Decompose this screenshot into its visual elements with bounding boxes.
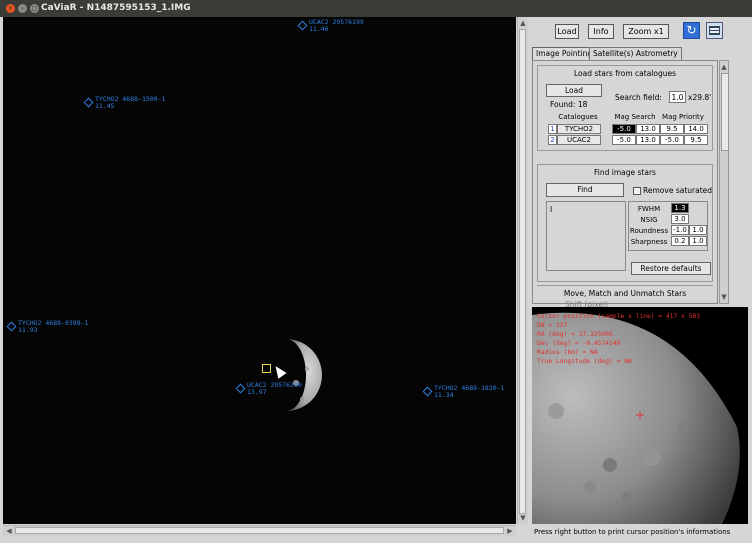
remove-saturated-label: Remove saturated [643,186,713,195]
sharpness-max-input[interactable]: 1.0 [689,236,707,246]
horizontal-scroll-thumb[interactable] [15,527,504,534]
tab-satellite-astrometry[interactable]: Satellite(s) Astrometry [589,47,682,60]
star-magnitude: 11.34 [434,391,454,399]
find-section: Find image stars Find Remove saturated I… [537,164,713,282]
zoom-view[interactable]: Cursor position (sample x line) = 417 x … [532,307,748,524]
load-section-title: Load stars from catalogues [574,69,676,78]
search-field-label: Search field: [615,93,662,102]
catalogues-header: Catalogues [558,113,598,121]
scroll-down-icon[interactable]: ▼ [519,514,527,522]
mag-priority-header: Mag Priority [662,113,704,121]
star-magnitude: 11.45 [95,102,115,110]
zoom-button[interactable]: Zoom x1 [623,24,669,39]
move-section-title: Move, Match and Unmatch Stars [563,289,687,298]
mag-priority-max-cell[interactable]: 14.0 [684,124,708,134]
mag-search-min-cell[interactable]: -5.0 [612,135,636,145]
image-pointing-panel: Load stars from catalogues Load Search f… [532,60,718,309]
mag-search-max-cell[interactable]: 13.0 [636,124,660,134]
found-count: Found: 18 [550,100,588,109]
window-title: CaViaR - N1487595153_1.IMG [41,3,191,13]
param-label: Sharpness [630,238,668,246]
search-field-unit: x29.8' [688,93,712,102]
dn-text: DN = 117 [537,322,568,329]
panel-scroll-thumb[interactable] [721,73,729,151]
longitude-text: True Longitude (deg) = NA [537,358,632,365]
panel-scroll-up-icon[interactable]: ▲ [720,63,728,71]
viewer-vertical-scrollbar[interactable]: ▲ ▼ [517,17,528,524]
roundness-max-input[interactable]: 1.0 [689,225,707,235]
param-label: NSIG [640,216,658,224]
info-button[interactable]: Info [588,24,614,39]
window-titlebar: ✕ – □ CaViaR - N1487595153_1.IMG [0,0,752,17]
remove-saturated-checkbox[interactable] [633,187,641,195]
scroll-right-icon[interactable]: ▶ [506,527,514,535]
moon-image [286,339,322,411]
nsig-input[interactable]: 3.0 [671,214,689,224]
text-cursor: I [550,205,553,214]
row-index: 2 [548,135,557,145]
minimize-window-icon[interactable]: – [18,4,27,13]
viewer-horizontal-scrollbar[interactable]: ◀ ▶ [3,525,516,536]
close-window-icon[interactable]: ✕ [6,4,15,13]
maximize-window-icon[interactable]: □ [30,4,39,13]
search-field-input[interactable]: 1.0 [669,91,686,103]
status-message: Press right button to print cursor posit… [534,528,731,536]
tab-image-pointing[interactable]: Image Pointing [532,47,597,60]
radius-text: Radius (km) = NA [537,349,598,356]
mag-priority-min-cell[interactable]: 9.5 [660,124,684,134]
row-index: 1 [548,124,557,134]
param-label: FWHM [637,205,661,213]
star-magnitude: 11.93 [18,326,38,334]
selection-box[interactable] [262,364,271,373]
star-magnitude: 11.46 [309,25,329,33]
param-label: Roundness [629,227,669,235]
catalogue-name: UCAC2 [557,135,601,145]
mag-search-min-cell[interactable]: -5.0 [612,124,636,134]
scroll-up-icon[interactable]: ▲ [519,19,527,27]
mag-search-header: Mag Search [614,113,656,121]
restore-defaults-button[interactable]: Restore defaults [631,262,711,275]
mag-priority-max-cell[interactable]: 9.5 [684,135,708,145]
load-stars-button[interactable]: Load [546,84,602,97]
roundness-min-input[interactable]: -1.0 [671,225,689,235]
table-icon[interactable] [706,22,723,39]
dec-text: Dec (deg) = -0.4574149 [537,340,621,347]
move-section: Move, Match and Unmatch Stars Shift (pix… [537,285,713,309]
find-section-title: Find image stars [594,168,656,177]
panel-scrollbar[interactable]: ▲ ▼ [719,60,729,304]
fwhm-input[interactable]: 1.3 [671,203,689,213]
ra-text: RA (deg) = 27.325005 [537,331,613,338]
sharpness-min-input[interactable]: 0.2 [671,236,689,246]
image-viewer[interactable]: UCAC2 29576199 11.46 TYCHO2 4688-1500-1 11… [3,17,516,524]
cursor-position-text: Cursor position (sample x line) = 417 x … [537,313,701,320]
load-button[interactable]: Load [555,24,579,39]
catalogue-name: TYCHO2 [557,124,601,134]
mag-search-max-cell[interactable]: 13.0 [636,135,660,145]
vertical-scroll-thumb[interactable] [519,29,526,514]
refresh-icon[interactable]: ↻ [683,22,700,39]
find-params-table: FWHM 1.3 NSIG 3.0 Roundness -1.0 1.0 Sha… [628,201,708,251]
found-stars-list[interactable]: I [546,201,626,271]
mag-priority-min-cell[interactable]: -5.0 [660,135,684,145]
star-magnitude: 13.97 [247,388,267,396]
scroll-left-icon[interactable]: ◀ [5,527,13,535]
load-section: Load stars from catalogues Load Search f… [537,65,713,151]
find-button[interactable]: Find [546,183,624,197]
panel-scroll-down-icon[interactable]: ▼ [720,293,728,301]
